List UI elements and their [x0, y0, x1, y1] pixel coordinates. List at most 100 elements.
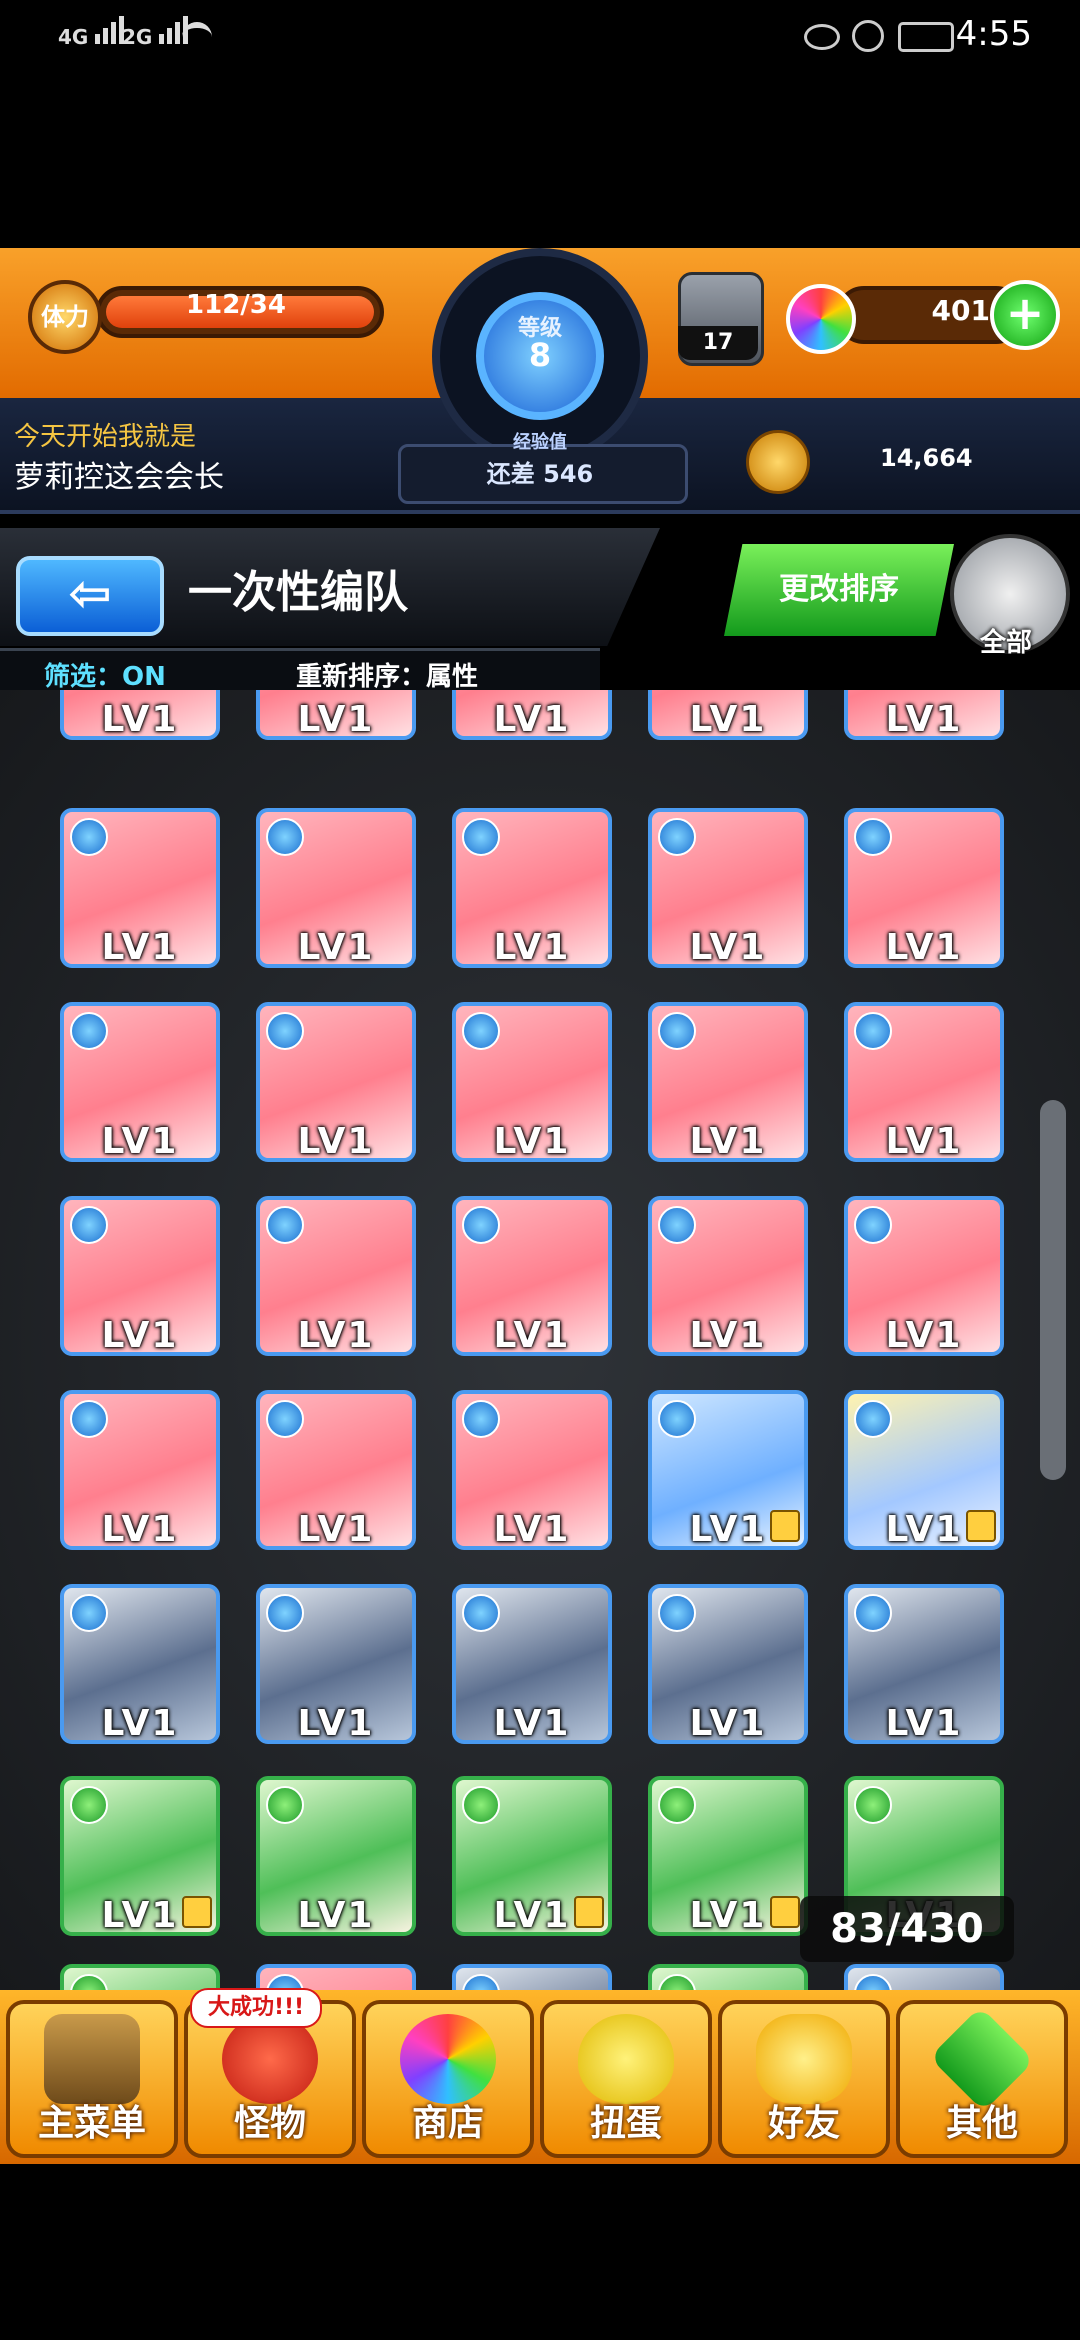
- monster-grid[interactable]: LV1 LV1 LV1 LV1 LV1 LV1 LV1 LV1 LV1 LV1 LV1 LV1 LV1 L…: [0, 690, 1080, 1990]
- element-icon: [462, 1974, 500, 1990]
- monster-card[interactable]: LV1: [648, 1584, 808, 1744]
- level-value: 8: [528, 336, 552, 374]
- monster-card[interactable]: LV1: [844, 690, 1004, 740]
- monster-card[interactable]: LV1: [256, 1002, 416, 1162]
- page-title: 一次性编队: [188, 567, 408, 618]
- monster-card[interactable]: LV1: [452, 1584, 612, 1744]
- element-icon: [658, 1786, 696, 1824]
- monster-card[interactable]: LV1: [60, 1584, 220, 1744]
- monster-card[interactable]: LV1: [648, 1776, 808, 1936]
- monster-card[interactable]: LV1: [256, 690, 416, 740]
- all-label: 全部: [979, 628, 1032, 658]
- monster-level: LV1: [493, 1315, 571, 1356]
- monster-level: LV1: [297, 1315, 375, 1356]
- sort-button[interactable]: 重新排序：属性: [296, 656, 478, 693]
- element-icon: [462, 1400, 500, 1438]
- monster-card[interactable]: LV1: [452, 1002, 612, 1162]
- monster-card[interactable]: LV1: [256, 808, 416, 968]
- nav-other[interactable]: 其他: [896, 2000, 1068, 2158]
- scrollbar[interactable]: [1040, 1100, 1066, 1480]
- monster-level: LV1: [493, 699, 571, 740]
- lock-icon: [966, 1510, 996, 1542]
- monster-card[interactable]: LV1: [452, 1776, 612, 1936]
- monster-card[interactable]: LV1: [452, 1390, 612, 1550]
- monster-level: LV1: [101, 1703, 179, 1744]
- element-icon: [658, 1012, 696, 1050]
- monster-card[interactable]: LV1: [844, 808, 1004, 968]
- monster-card[interactable]: LV1: [60, 1196, 220, 1356]
- element-icon: [854, 1400, 892, 1438]
- monster-card[interactable]: LV1: [60, 1002, 220, 1162]
- monster-card[interactable]: LV1: [256, 1196, 416, 1356]
- clock: 4:55: [955, 14, 1032, 54]
- filter-toggle[interactable]: 筛选：ON: [44, 656, 166, 693]
- monster-level: LV1: [885, 927, 963, 968]
- monster-card[interactable]: LV1: [844, 1390, 1004, 1550]
- monster-card[interactable]: LV1: [648, 1964, 808, 1990]
- element-icon: [266, 1400, 304, 1438]
- monster-card[interactable]: LV1: [452, 690, 612, 740]
- monster-card[interactable]: LV1: [256, 1964, 416, 1990]
- monster-level: LV1: [297, 927, 375, 968]
- monster-card[interactable]: LV1: [256, 1584, 416, 1744]
- monster-card[interactable]: LV1: [60, 690, 220, 740]
- monster-level: LV1: [885, 1121, 963, 1162]
- signal-4g: 4G: [58, 16, 127, 49]
- nav-label: 商店: [411, 2103, 484, 2144]
- element-icon: [266, 818, 304, 856]
- monster-card[interactable]: LV1: [452, 1196, 612, 1356]
- monster-card[interactable]: LV1: [256, 1776, 416, 1936]
- nav-label: 其他: [945, 2103, 1018, 2144]
- monster-level: LV1: [101, 927, 179, 968]
- monster-card[interactable]: LV1: [844, 1002, 1004, 1162]
- element-icon: [462, 818, 500, 856]
- element-icon: [854, 1786, 892, 1824]
- monster-level: LV1: [101, 699, 179, 740]
- monster-card[interactable]: LV1: [60, 1390, 220, 1550]
- element-icon: [658, 1206, 696, 1244]
- monster-card[interactable]: LV1: [452, 808, 612, 968]
- change-order-button[interactable]: 更改排序: [724, 544, 954, 636]
- element-icon: [266, 1594, 304, 1632]
- monster-card[interactable]: LV1: [844, 1584, 1004, 1744]
- monster-card[interactable]: LV1: [648, 690, 808, 740]
- castle-gate-icon: [44, 2014, 140, 2104]
- monster-card[interactable]: LV1: [648, 1196, 808, 1356]
- monster-level: LV1: [493, 927, 571, 968]
- nav-shop[interactable]: 商店: [362, 2000, 534, 2158]
- monster-card[interactable]: LV1: [648, 808, 808, 968]
- monster-card[interactable]: LV1: [648, 1002, 808, 1162]
- monster-card[interactable]: LV1: [844, 1196, 1004, 1356]
- signal-2g: 2G: [122, 16, 191, 49]
- nav-gacha[interactable]: 扭蛋: [540, 2000, 712, 2158]
- lock-icon: [770, 1510, 800, 1542]
- buy-gems-button[interactable]: +: [990, 280, 1060, 350]
- back-button[interactable]: ⇦: [16, 556, 164, 636]
- element-icon: [70, 818, 108, 856]
- monster-card[interactable]: LV1: [648, 1390, 808, 1550]
- orb-stock-count: 17: [678, 326, 758, 360]
- monster-card[interactable]: LV1: [844, 1964, 1004, 1990]
- alarm-icon: [852, 20, 884, 52]
- rainbow-orb-icon: [400, 2014, 496, 2104]
- lock-icon: [574, 1896, 604, 1928]
- monster-card[interactable]: LV1: [256, 1390, 416, 1550]
- coin-count: 14,664: [880, 444, 973, 472]
- monster-card[interactable]: LV1: [60, 1776, 220, 1936]
- nav-friends[interactable]: 好友: [718, 2000, 890, 2158]
- status-bar: 4G 2G 4:55: [0, 0, 1080, 72]
- element-icon: [266, 1206, 304, 1244]
- wifi-icon: [182, 22, 212, 52]
- nav-label: 扭蛋: [589, 2103, 662, 2144]
- element-icon: [462, 1786, 500, 1824]
- monster-card[interactable]: LV1: [452, 1964, 612, 1990]
- back-arrow-icon: ⇦: [68, 564, 112, 624]
- element-icon: [658, 1594, 696, 1632]
- nav-main-menu[interactable]: 主菜单: [6, 2000, 178, 2158]
- monster-card[interactable]: LV1: [60, 808, 220, 968]
- monster-level: LV1: [493, 1703, 571, 1744]
- egg-icon: [578, 2014, 674, 2104]
- element-icon: [462, 1012, 500, 1050]
- monster-card[interactable]: LV1: [60, 1964, 220, 1990]
- monster-level: LV1: [297, 1121, 375, 1162]
